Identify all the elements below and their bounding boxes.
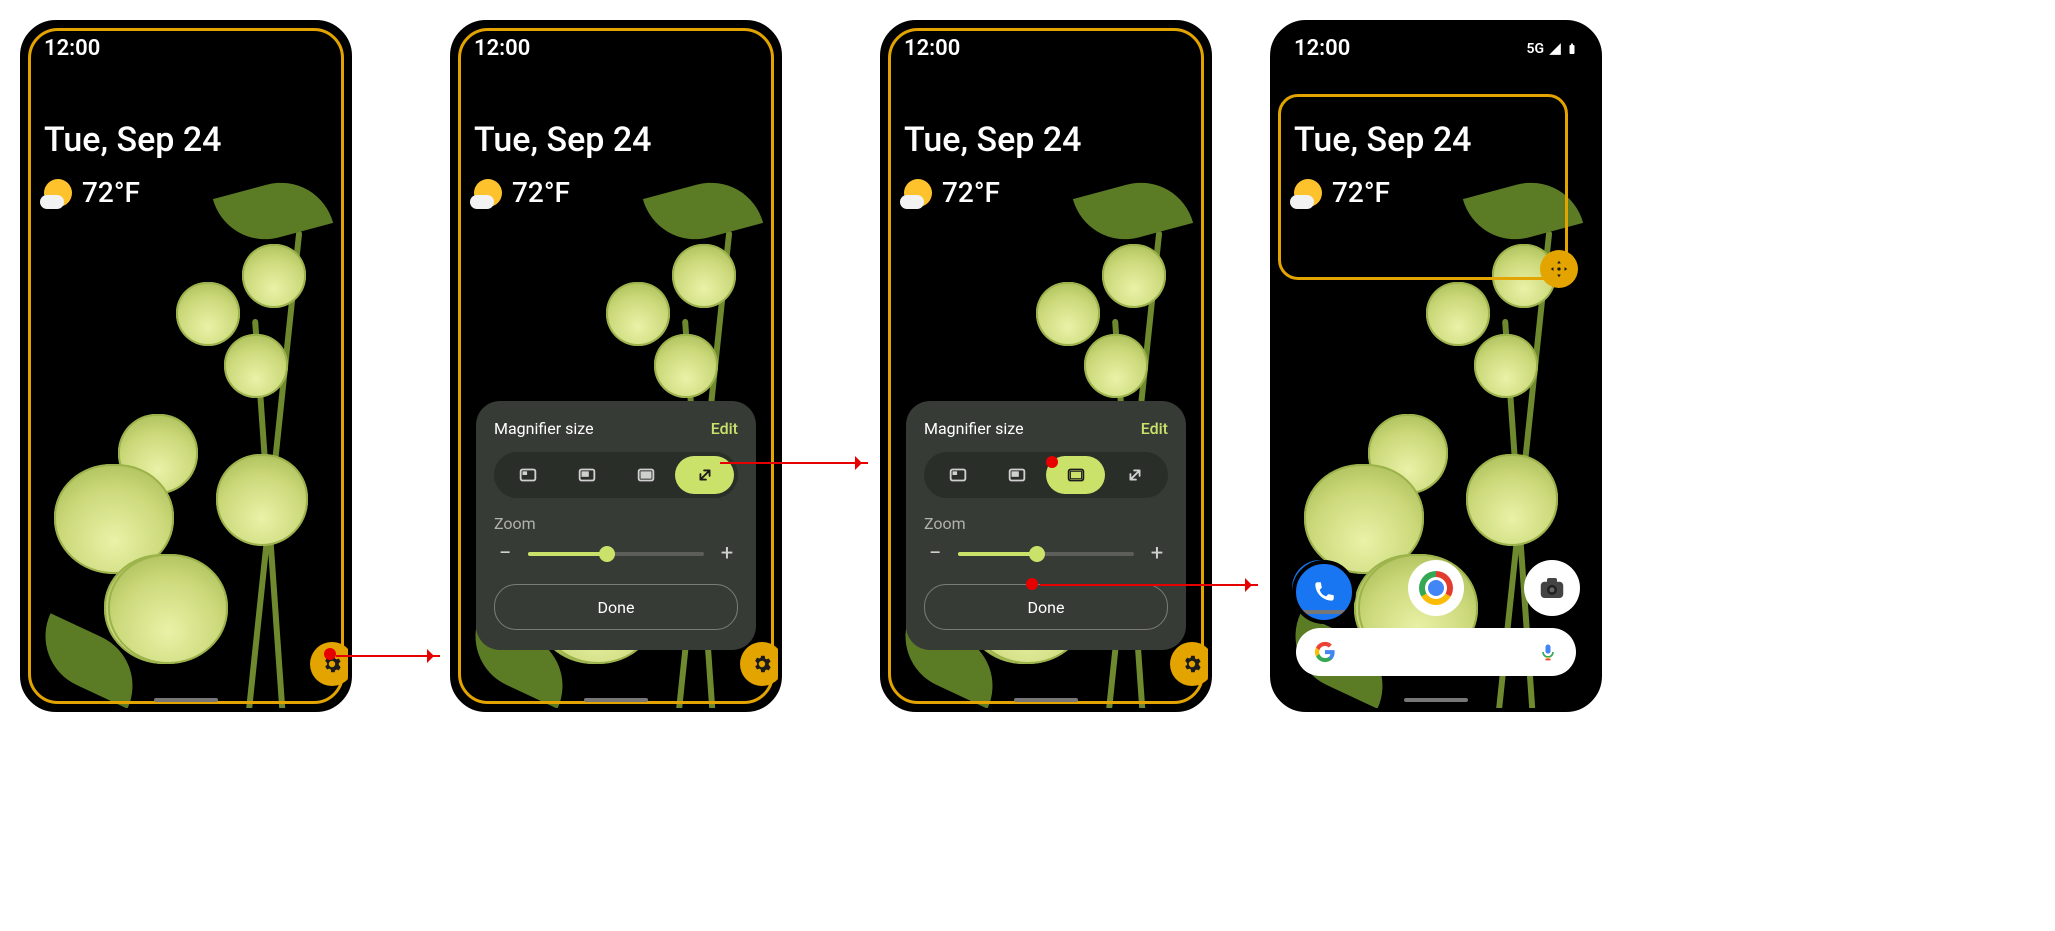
phone-icon <box>1311 579 1337 605</box>
move-icon <box>1548 258 1570 280</box>
date-text: Tue, Sep 24 <box>904 120 1082 160</box>
panel-title: Magnifier size <box>494 419 594 438</box>
size-segmented-control <box>494 452 738 498</box>
size-medium[interactable] <box>987 456 1046 494</box>
fullscreen-icon <box>694 464 716 486</box>
arrow-origin-dot <box>1046 456 1058 468</box>
arrow-origin-dot <box>1026 578 1038 590</box>
weather-icon <box>904 179 932 207</box>
edit-button[interactable]: Edit <box>1141 419 1168 438</box>
zoom-label: Zoom <box>494 514 738 533</box>
size-small[interactable] <box>928 456 987 494</box>
arrow-line <box>336 655 440 657</box>
zoom-in-button[interactable]: + <box>716 541 738 566</box>
app-phone[interactable] <box>1292 560 1356 624</box>
weather-icon <box>1294 179 1322 207</box>
temperature-text: 72°F <box>512 176 570 209</box>
status-bar: 12:00 <box>44 36 328 61</box>
size-large[interactable] <box>616 456 675 494</box>
done-button[interactable]: Done <box>494 584 738 630</box>
screen-4: 12:00 5G Tue, Sep 24 72°F <box>1270 20 1602 712</box>
signal-icon <box>1548 42 1562 56</box>
mic-icon[interactable] <box>1538 642 1558 662</box>
date-widget: Tue, Sep 24 72°F <box>474 120 652 209</box>
large-window-icon <box>1065 464 1087 486</box>
status-bar: 12:00 <box>474 36 758 61</box>
arrow-line <box>1040 584 1258 586</box>
battery-icon <box>1566 42 1578 56</box>
done-button[interactable]: Done <box>924 584 1168 630</box>
edit-button[interactable]: Edit <box>711 419 738 438</box>
date-text: Tue, Sep 24 <box>44 120 222 160</box>
magnifier-settings-panel: Magnifier size Edit Zoom − <box>906 401 1186 650</box>
temperature-text: 72°F <box>82 176 140 209</box>
zoom-out-button[interactable]: − <box>924 541 946 566</box>
arrow-origin-dot <box>324 648 336 660</box>
size-small[interactable] <box>498 456 557 494</box>
chrome-icon <box>1419 571 1453 605</box>
screen-1: 12:00 Tue, Sep 24 72°F <box>20 20 352 712</box>
zoom-out-button[interactable]: − <box>494 541 516 566</box>
weather-icon <box>44 179 72 207</box>
temperature-text: 72°F <box>942 176 1000 209</box>
camera-icon <box>1537 573 1567 603</box>
status-right: 5G <box>1526 41 1578 57</box>
search-bar[interactable] <box>1296 628 1576 676</box>
status-time: 12:00 <box>904 36 960 61</box>
zoom-slider[interactable] <box>958 542 1134 566</box>
screen-3: 12:00 Tue, Sep 24 72°F Magnifier size Ed… <box>880 20 1212 712</box>
date-widget: Tue, Sep 24 72°F <box>44 120 222 209</box>
fullscreen-icon <box>1124 464 1146 486</box>
weather-icon <box>474 179 502 207</box>
dock <box>1292 560 1580 616</box>
network-label: 5G <box>1526 41 1544 57</box>
zoom-slider[interactable] <box>528 542 704 566</box>
magnifier-move-button[interactable] <box>1540 250 1578 288</box>
gear-icon <box>1181 653 1203 675</box>
magnifier-settings-panel: Magnifier size Edit Zoom − <box>476 401 756 650</box>
medium-window-icon <box>576 464 598 486</box>
google-g-icon <box>1314 641 1336 663</box>
date-text: Tue, Sep 24 <box>1294 120 1472 160</box>
zoom-in-button[interactable]: + <box>1146 541 1168 566</box>
magnifier-settings-button[interactable] <box>1170 642 1212 686</box>
status-time: 12:00 <box>474 36 530 61</box>
status-bar: 12:00 <box>904 36 1188 61</box>
status-time: 12:00 <box>44 36 100 61</box>
arrow-line <box>720 462 868 464</box>
small-window-icon <box>517 464 539 486</box>
date-text: Tue, Sep 24 <box>474 120 652 160</box>
panel-title: Magnifier size <box>924 419 1024 438</box>
large-window-icon <box>635 464 657 486</box>
screen-2: 12:00 Tue, Sep 24 72°F Magnifier size Ed… <box>450 20 782 712</box>
magnifier-settings-button[interactable] <box>740 642 782 686</box>
gear-icon <box>751 653 773 675</box>
status-bar: 12:00 5G <box>1294 36 1578 61</box>
zoom-label: Zoom <box>924 514 1168 533</box>
app-camera[interactable] <box>1524 560 1580 616</box>
date-widget: Tue, Sep 24 72°F <box>1294 120 1472 209</box>
medium-window-icon <box>1006 464 1028 486</box>
date-widget: Tue, Sep 24 72°F <box>904 120 1082 209</box>
small-window-icon <box>947 464 969 486</box>
size-medium[interactable] <box>557 456 616 494</box>
app-chrome[interactable] <box>1408 560 1464 616</box>
size-fullscreen[interactable] <box>1105 456 1164 494</box>
status-time: 12:00 <box>1294 36 1350 61</box>
temperature-text: 72°F <box>1332 176 1390 209</box>
